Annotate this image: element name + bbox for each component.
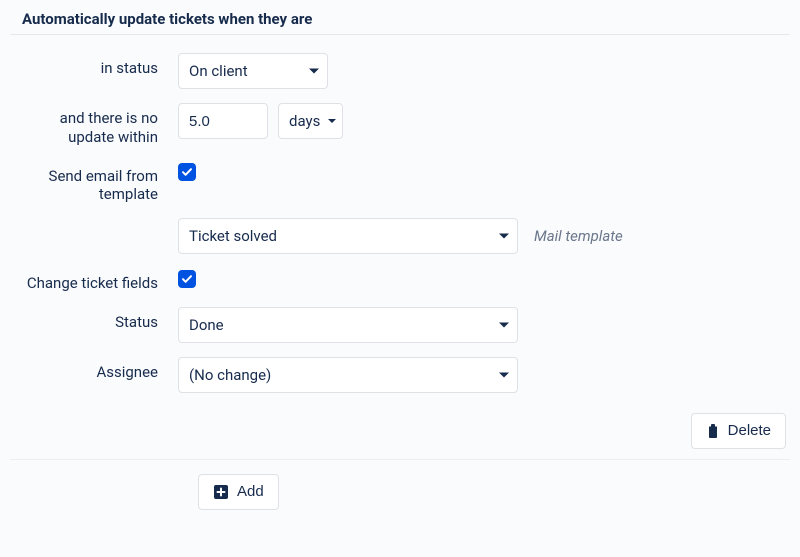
label-send-email: Send email from template (10, 161, 178, 205)
check-icon (181, 273, 193, 285)
label-change-fields: Change ticket fields (10, 268, 178, 293)
chevron-down-icon (309, 69, 319, 74)
mail-template-select[interactable]: Ticket solved (178, 218, 518, 254)
duration-unit-value: days (289, 112, 320, 130)
send-email-checkbox[interactable] (178, 163, 196, 181)
add-button[interactable]: Add (198, 474, 279, 510)
add-label: Add (237, 483, 264, 500)
divider (10, 459, 790, 460)
status-filter-value: On client (189, 62, 248, 80)
change-fields-checkbox[interactable] (178, 270, 196, 288)
status-filter-select[interactable]: On client (178, 53, 328, 89)
section-title: Automatically update tickets when they a… (10, 0, 790, 35)
row-assignee: Assignee (No change) (10, 357, 790, 393)
chevron-down-icon (499, 234, 509, 239)
row-mail-template: Ticket solved Mail template (10, 218, 790, 254)
row-send-email: Send email from template (10, 161, 790, 205)
delete-label: Delete (728, 422, 771, 439)
actions-right: Delete (10, 407, 790, 459)
row-no-update: and there is no update within days (10, 103, 790, 147)
duration-input[interactable] (178, 103, 268, 139)
duration-unit-select[interactable]: days (278, 103, 343, 139)
label-status: Status (10, 307, 178, 332)
plus-icon (213, 484, 229, 500)
chevron-down-icon (328, 119, 336, 123)
delete-button[interactable]: Delete (691, 413, 786, 449)
mail-template-hint: Mail template (528, 227, 623, 245)
assignee-select[interactable]: (No change) (178, 357, 518, 393)
row-change-fields: Change ticket fields (10, 268, 790, 293)
check-icon (181, 166, 193, 178)
status-value: Done (189, 316, 224, 334)
label-assignee: Assignee (10, 357, 178, 382)
status-select[interactable]: Done (178, 307, 518, 343)
trash-icon (706, 423, 720, 439)
label-in-status: in status (10, 53, 178, 78)
row-in-status: in status On client (10, 53, 790, 89)
assignee-value: (No change) (189, 366, 271, 384)
auto-update-panel: Automatically update tickets when they a… (0, 0, 800, 530)
label-no-update: and there is no update within (10, 103, 178, 147)
chevron-down-icon (499, 322, 509, 327)
add-row: Add (10, 474, 790, 510)
mail-template-value: Ticket solved (189, 227, 277, 245)
chevron-down-icon (499, 372, 509, 377)
row-status: Status Done (10, 307, 790, 343)
